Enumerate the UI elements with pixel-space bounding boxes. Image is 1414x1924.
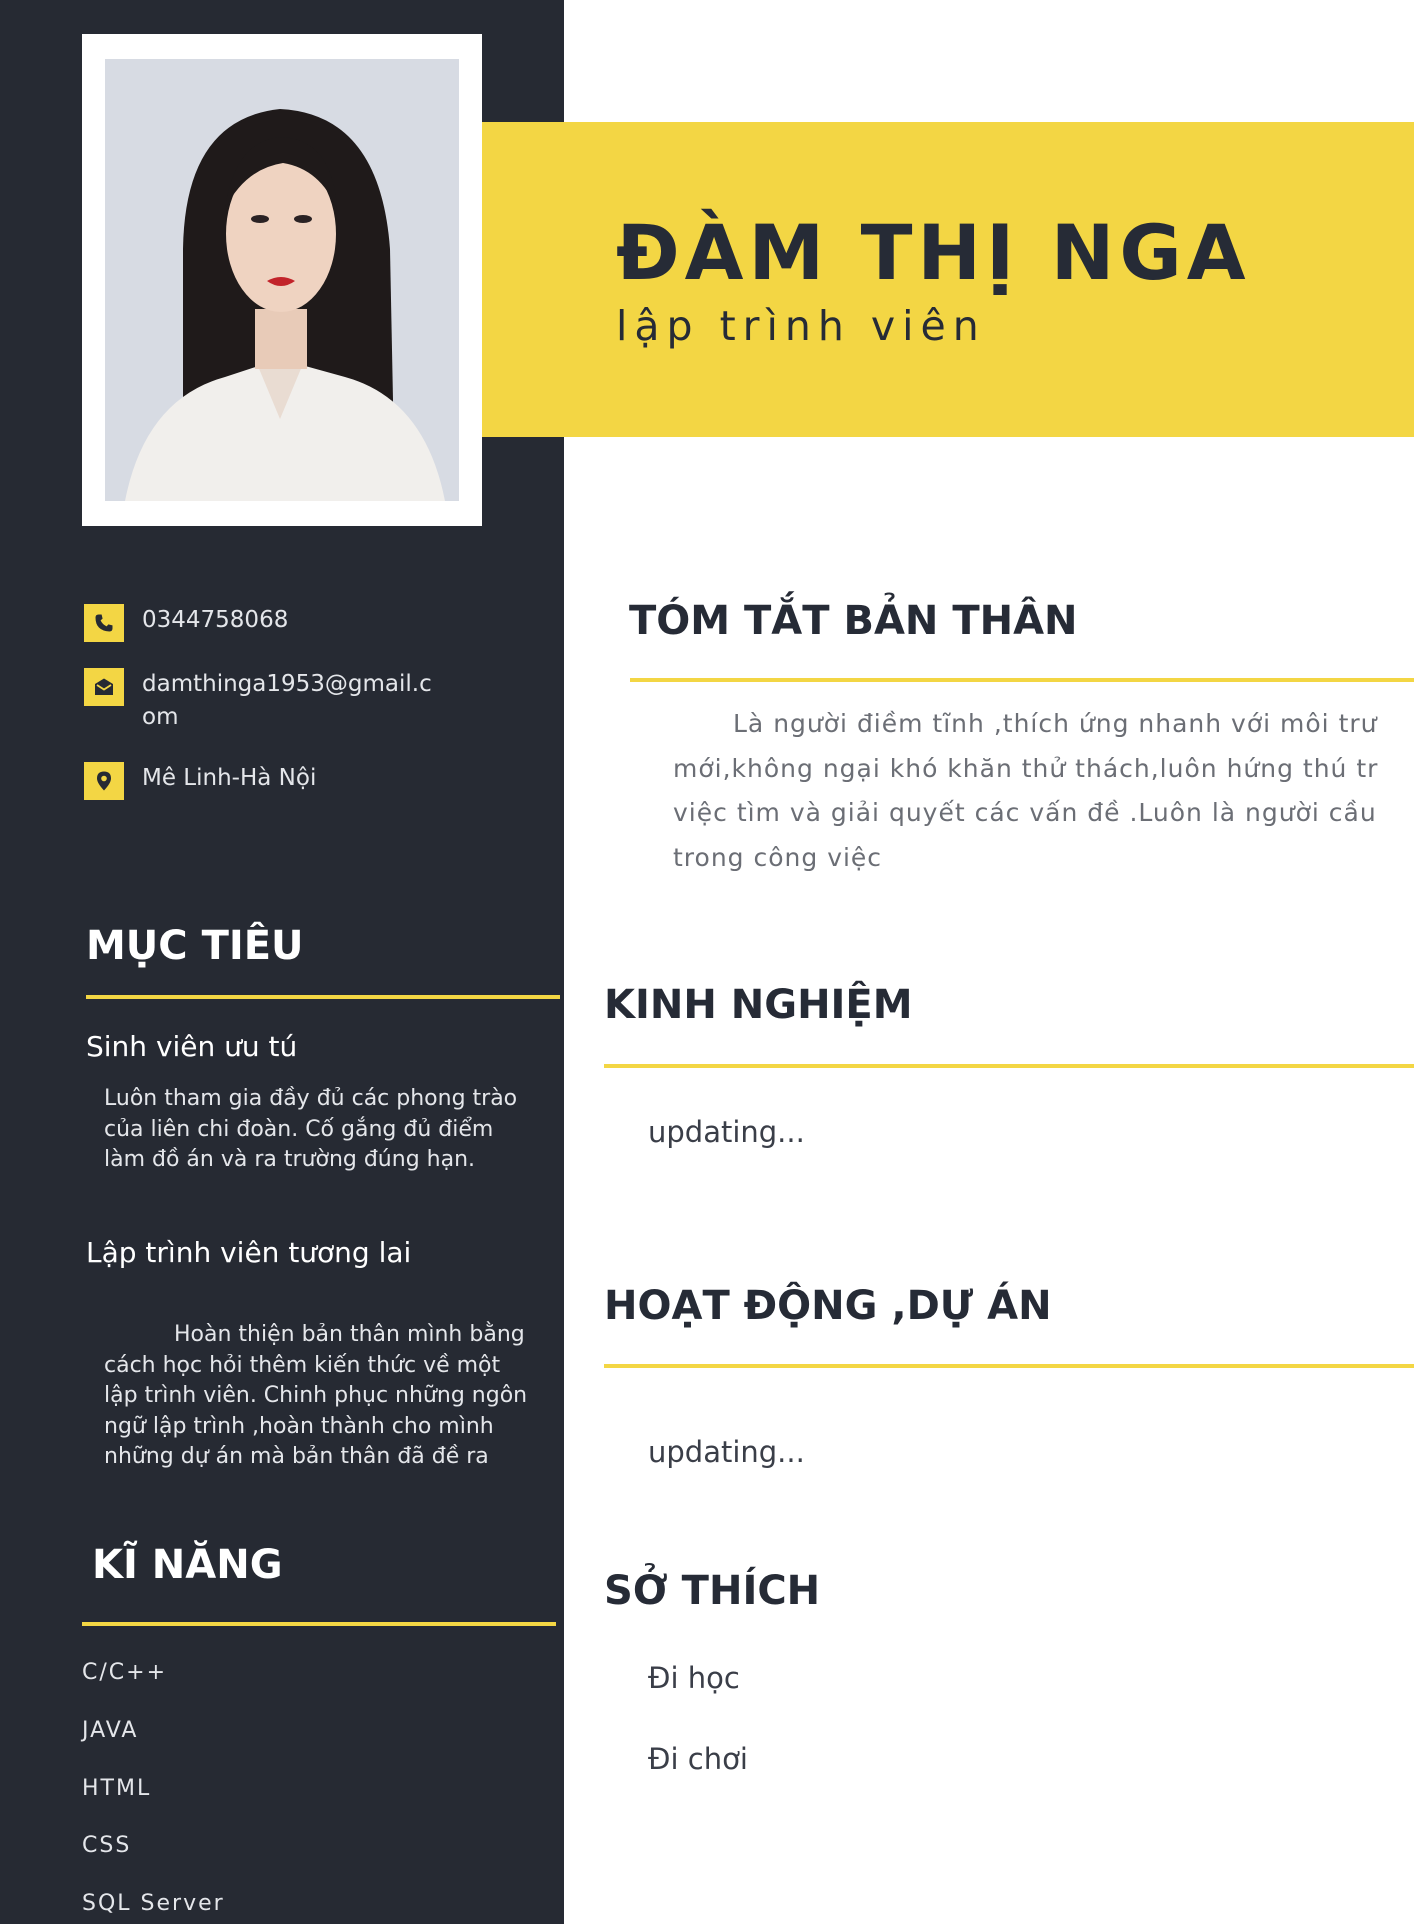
objectives-divider	[86, 995, 560, 999]
phone-icon	[84, 604, 124, 642]
summary-divider	[630, 678, 1414, 682]
activities-divider	[604, 1364, 1414, 1368]
contact-phone: 0344758068	[84, 604, 442, 642]
summary-line: Là người điềm tĩnh ,thích ứng nhanh với …	[733, 709, 1378, 738]
location-pin-icon	[84, 762, 124, 800]
activities-heading: HOẠT ĐỘNG ,DỰ ÁN	[604, 1283, 1052, 1329]
summary-text: Là người điềm tĩnh ,thích ứng nhanh với …	[673, 702, 1414, 882]
objective-2-title: Lập trình viên tương lai	[86, 1236, 412, 1269]
experience-text: updating...	[648, 1115, 805, 1149]
skills-divider	[82, 1622, 556, 1626]
address: Mê Linh-Hà Nội	[142, 765, 317, 791]
objective-1-title: Sinh viên ưu tú	[86, 1030, 298, 1063]
candidate-role: lập trình viên	[616, 302, 986, 350]
experience-heading: KINH NGHIỆM	[604, 982, 913, 1028]
skill-item: HTML	[82, 1776, 152, 1801]
summary-line: mới,không ngại khó khăn thử thách,luôn h…	[673, 753, 1379, 783]
activities-text: updating...	[648, 1435, 805, 1469]
candidate-name: ĐÀM THỊ NGA	[616, 208, 1251, 297]
skill-item: C/C++	[82, 1660, 168, 1685]
email-address: damthinga1953@gmail.com	[142, 671, 432, 730]
skill-item: JAVA	[82, 1718, 139, 1743]
profile-photo-frame	[82, 34, 482, 526]
summary-heading: TÓM TẮT BẢN THÂN	[629, 598, 1078, 644]
summary-line: trong công việc	[673, 842, 883, 872]
contact-address: Mê Linh-Hà Nội	[84, 762, 442, 800]
hobby-item: Đi chơi	[648, 1742, 748, 1776]
hobby-item: Đi học	[648, 1661, 740, 1695]
objective-1-text: Luôn tham gia đầy đủ các phong trào của …	[104, 1086, 518, 1172]
envelope-icon	[84, 668, 124, 706]
summary-line: việc tìm và giải quyết các vấn đề .Luôn …	[673, 798, 1377, 827]
experience-divider	[604, 1064, 1414, 1068]
contact-email: damthinga1953@gmail.com	[84, 668, 442, 734]
hobbies-heading: SỞ THÍCH	[604, 1568, 821, 1614]
skill-item: SQL Server	[82, 1891, 225, 1916]
skills-heading: KĨ NĂNG	[92, 1542, 283, 1588]
profile-photo	[105, 59, 459, 501]
objectives-heading: MỤC TIÊU	[86, 923, 304, 969]
phone-number: 0344758068	[142, 607, 289, 633]
objective-2-text: Hoàn thiện bản thân mình bằng cách học h…	[104, 1322, 528, 1469]
skill-item: CSS	[82, 1833, 132, 1858]
